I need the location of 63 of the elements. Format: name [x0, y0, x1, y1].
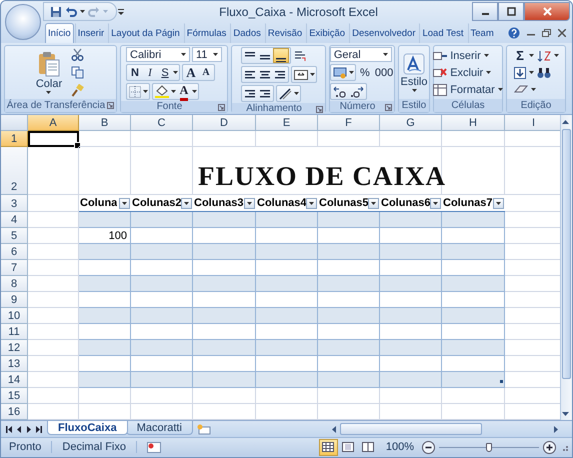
style-button[interactable]: Estilo — [400, 53, 428, 92]
shrink-font-button[interactable]: A — [199, 65, 213, 80]
column-title: Colunas3 — [194, 197, 244, 209]
row-header[interactable]: 15 — [1, 388, 28, 404]
row-header[interactable]: 7 — [1, 260, 28, 276]
group-label: Alinhamento — [246, 103, 302, 114]
paste-button[interactable]: Colar — [36, 51, 62, 94]
font-name-field[interactable]: Calibri — [126, 47, 190, 62]
row-header[interactable]: 6 — [1, 244, 28, 260]
font-size-field[interactable]: 11 — [192, 47, 222, 62]
group-label: Fonte — [156, 101, 182, 112]
thousands-button[interactable]: 000 — [374, 65, 394, 80]
column-header[interactable]: F — [318, 115, 380, 131]
cells-menu-button[interactable]: Excluir — [432, 65, 492, 80]
percent-button[interactable]: % — [358, 65, 372, 80]
column-header[interactable]: G — [380, 115, 442, 131]
cells-menu-button[interactable]: Formatar — [432, 82, 504, 97]
column-title: Colunas4 — [257, 197, 306, 209]
row-header[interactable]: 5 — [1, 228, 28, 244]
row-header[interactable]: 4 — [1, 212, 28, 228]
status-text: Decimal Fixo — [62, 441, 137, 453]
row-header[interactable]: 9 — [1, 292, 28, 308]
row-header[interactable]: 3 — [1, 195, 28, 212]
row-header[interactable]: 2 — [1, 147, 28, 195]
table-cell: 100 — [79, 228, 131, 244]
row-header[interactable]: 1 — [1, 131, 28, 147]
bold-button[interactable]: N — [128, 65, 142, 80]
autosum-button[interactable]: Σ — [513, 48, 527, 63]
column-title: Colunas5 — [319, 197, 368, 209]
window-title: Fluxo_Caixa - Microsoft Excel — [218, 4, 379, 18]
cells-menu-button[interactable]: Inserir — [432, 48, 490, 63]
group-label: Estilo — [402, 100, 426, 111]
underline-button[interactable]: S — [158, 65, 172, 80]
column-header[interactable]: I — [505, 115, 560, 131]
column-header[interactable]: E — [256, 115, 318, 131]
group-label: Edição — [520, 100, 552, 111]
sheet-tab[interactable]: FluxoCaixa — [47, 421, 128, 435]
column-title: Colunas2 — [132, 197, 182, 209]
group-label: Número — [340, 101, 376, 112]
sheet-tab[interactable]: Macoratti — [126, 421, 193, 435]
column-title: Coluna — [80, 197, 118, 209]
group-label: Células — [451, 100, 485, 111]
status-text: Pronto — [9, 441, 52, 453]
ribbon-tab[interactable]: Início — [45, 23, 74, 43]
zoom-level[interactable]: 100% — [386, 441, 414, 453]
column-title: Colunas6 — [381, 197, 430, 209]
grow-font-button[interactable]: A — [184, 65, 198, 80]
column-header[interactable]: D — [193, 115, 256, 131]
row-header[interactable]: 16 — [1, 404, 28, 420]
row-header[interactable]: 10 — [1, 308, 28, 324]
column-header[interactable]: A — [28, 115, 79, 131]
column-header[interactable]: H — [442, 115, 505, 131]
row-header[interactable]: 12 — [1, 340, 28, 356]
row-header[interactable]: 14 — [1, 372, 28, 388]
italic-button[interactable]: I — [143, 65, 157, 80]
column-title: Colunas7 — [443, 197, 493, 209]
group-label: Área de Transferência — [6, 100, 106, 111]
column-header[interactable]: C — [131, 115, 193, 131]
row-header[interactable]: 8 — [1, 276, 28, 292]
number-format-field[interactable]: Geral — [330, 47, 392, 62]
row-header[interactable]: 11 — [1, 324, 28, 340]
row-header[interactable]: 13 — [1, 356, 28, 372]
column-header[interactable]: B — [79, 115, 131, 131]
